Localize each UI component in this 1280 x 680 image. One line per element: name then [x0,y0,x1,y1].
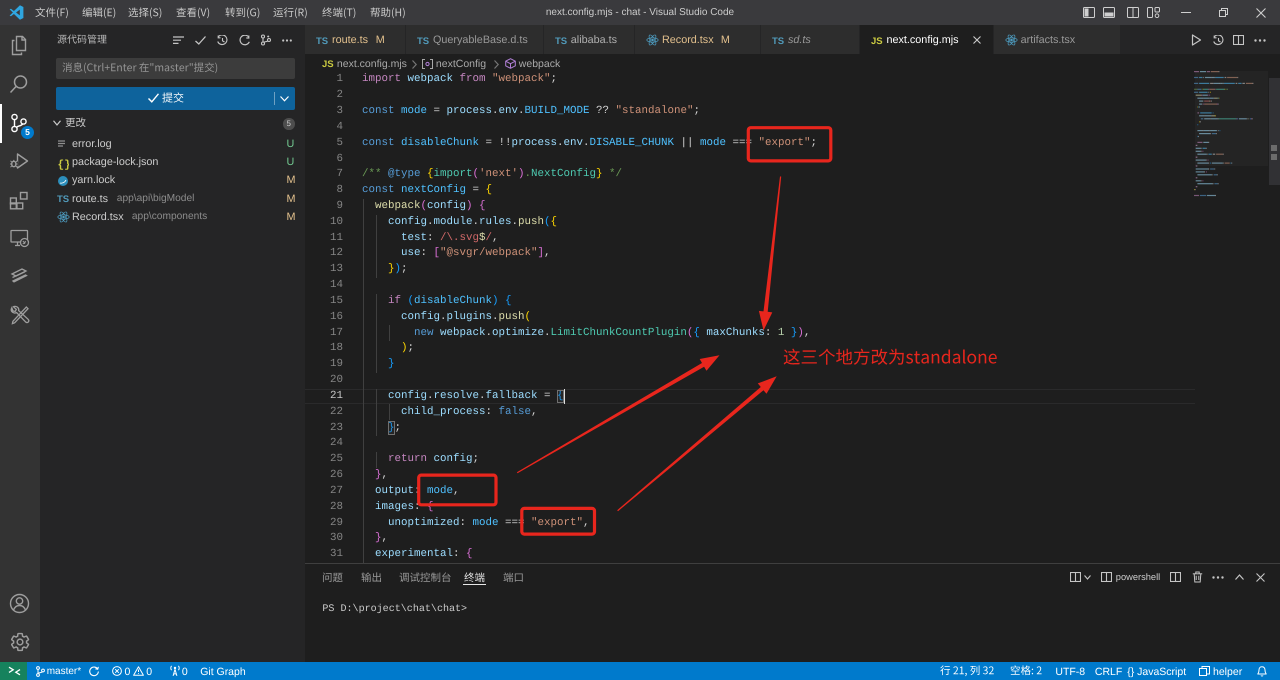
svg-text:TS: TS [57,194,69,204]
svg-text:{}: {} [57,159,69,170]
